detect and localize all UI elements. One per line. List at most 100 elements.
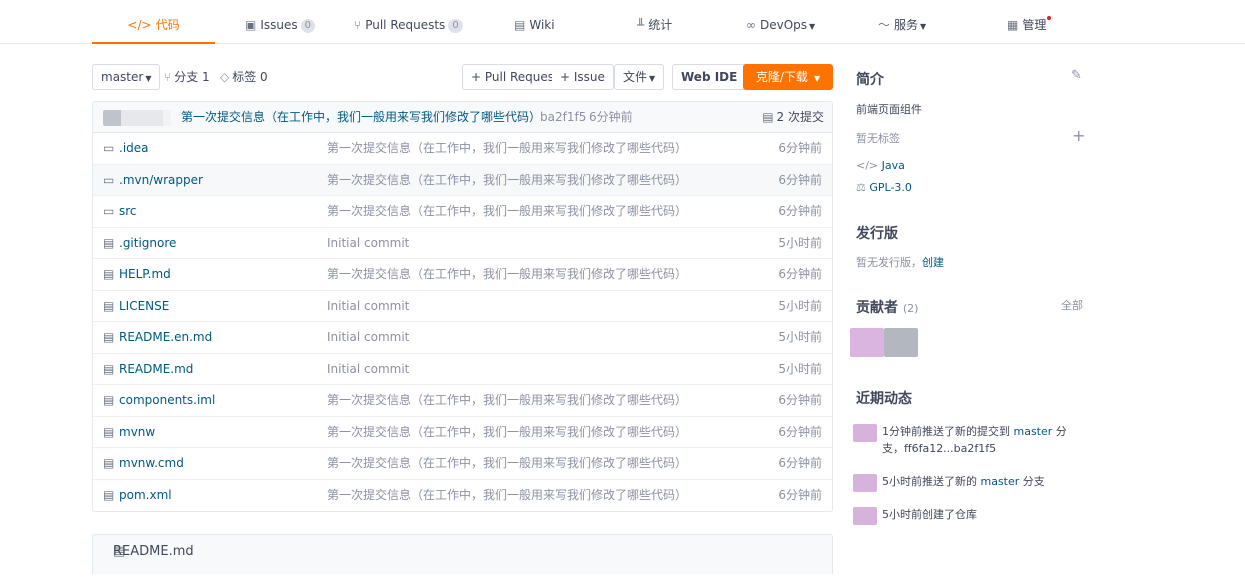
file-icon: ▤ xyxy=(103,298,115,313)
table-row[interactable]: ▤ HELP.md 第一次提交信息（在工作中，我们一般用来写我们修改了哪些代码） 6分… xyxy=(93,259,832,291)
file-icon: ▤ xyxy=(103,393,115,407)
tag-icon: ◇ xyxy=(220,70,230,84)
no-tags-text: 暂无标签 xyxy=(856,132,900,145)
issues-count-badge: 0 xyxy=(300,19,316,33)
file-name-link[interactable]: HELP.md xyxy=(119,259,171,290)
file-commit-message[interactable]: 第一次提交信息（在工作中，我们一般用来写我们修改了哪些代码） xyxy=(327,259,687,290)
file-name-link[interactable]: mvnw xyxy=(119,417,155,448)
branches-link[interactable]: ⑂ 分支 1 xyxy=(164,64,210,90)
file-commit-message[interactable]: Initial commit xyxy=(327,322,409,353)
contributor-avatar[interactable] xyxy=(850,328,884,357)
edit-icon[interactable]: ✎ xyxy=(1071,68,1082,83)
activity-item: 1分钟前推送了新的提交到 master 分支，ff6fa12...ba2f1f5 xyxy=(882,425,1067,455)
file-name-link[interactable]: LICENSE xyxy=(119,291,169,322)
folder-icon: ▭ xyxy=(103,204,115,218)
file-rows: ▭ .idea 第一次提交信息（在工作中，我们一般用来写我们修改了哪些代码） 6分钟前… xyxy=(93,133,832,511)
activity-avatar xyxy=(853,474,877,492)
tab-devops[interactable]: ∞ DevOps ▼ xyxy=(746,0,815,44)
file-icon: ▤ xyxy=(103,267,115,281)
table-row[interactable]: ▤ .gitignore Initial commit 5小时前 xyxy=(93,228,832,259)
scale-icon: ⚖ xyxy=(856,181,866,194)
create-release-link[interactable]: 创建 xyxy=(922,256,944,269)
commit-count-link[interactable]: ▤ 2 次提交 xyxy=(762,102,824,133)
table-row[interactable]: ▭ .mvn/wrapper 第一次提交信息（在工作中，我们一般用来写我们修改了哪些… xyxy=(93,164,832,196)
pull-request-icon: ⑂ xyxy=(354,18,362,32)
file-icon: ▤ xyxy=(103,235,115,250)
license[interactable]: ⚖ GPL-3.0 xyxy=(856,181,912,194)
commit-sha[interactable]: ba2f1f5 xyxy=(540,102,586,133)
file-name-link[interactable]: .mvn/wrapper xyxy=(119,165,203,196)
folder-icon: ▭ xyxy=(103,172,115,187)
file-name-link[interactable]: components.iml xyxy=(119,385,215,416)
code-icon: </> xyxy=(127,18,152,32)
file-commit-message[interactable]: 第一次提交信息（在工作中，我们一般用来写我们修改了哪些代码） xyxy=(327,133,687,164)
table-row[interactable]: ▤ README.en.md Initial commit 5小时前 xyxy=(93,322,832,354)
table-row[interactable]: ▤ README.md Initial commit 5小时前 xyxy=(93,354,832,385)
file-commit-message[interactable]: Initial commit xyxy=(327,354,409,385)
new-issue-button[interactable]: + Issue xyxy=(552,64,614,90)
table-row[interactable]: ▤ components.iml 第一次提交信息（在工作中，我们一般用来写我们修改了… xyxy=(93,385,832,417)
add-tag-icon[interactable]: + xyxy=(1072,126,1085,145)
tab-manage[interactable]: ▦ 管理 xyxy=(1007,0,1052,44)
release-title: 发行版 xyxy=(856,226,898,242)
table-row[interactable]: ▤ LICENSE Initial commit 5小时前 xyxy=(93,291,832,322)
table-row[interactable]: ▤ mvnw.cmd 第一次提交信息（在工作中，我们一般用来写我们修改了哪些代码） 6… xyxy=(93,448,832,480)
file-menu-button[interactable]: 文件 ▼ xyxy=(614,64,665,90)
file-name-link[interactable]: src xyxy=(119,196,137,227)
file-commit-time: 6分钟前 xyxy=(778,172,822,187)
table-row[interactable]: ▤ pom.xml 第一次提交信息（在工作中，我们一般用来写我们修改了哪些代码） 6分… xyxy=(93,480,832,512)
file-commit-message[interactable]: 第一次提交信息（在工作中，我们一般用来写我们修改了哪些代码） xyxy=(327,165,687,196)
file-commit-time: 6分钟前 xyxy=(778,393,822,407)
tab-code[interactable]: </> 代码 xyxy=(92,0,215,44)
file-commit-message[interactable]: 第一次提交信息（在工作中，我们一般用来写我们修改了哪些代码） xyxy=(327,417,687,448)
contributor-avatar[interactable] xyxy=(884,328,918,357)
language[interactable]: </> Java xyxy=(856,159,905,172)
infinity-icon: ∞ xyxy=(746,18,756,32)
issue-icon: ▣ xyxy=(245,18,257,32)
caret-down-icon: ▼ xyxy=(649,74,656,83)
table-row[interactable]: ▭ src 第一次提交信息（在工作中，我们一般用来写我们修改了哪些代码） 6分钟前 xyxy=(93,196,832,228)
tab-stats[interactable]: ╨ 统计 xyxy=(637,0,672,44)
file-name-link[interactable]: README.md xyxy=(119,354,193,385)
web-ide-button[interactable]: Web IDE xyxy=(672,64,747,90)
branch-select[interactable]: master ▼ xyxy=(92,64,161,90)
file-name-link[interactable]: mvnw.cmd xyxy=(119,448,184,479)
caret-down-icon: ▼ xyxy=(809,22,816,31)
intro-title: 简介 xyxy=(856,72,884,88)
tab-services[interactable]: 〜服务 ▼ xyxy=(878,0,926,44)
activity-title: 近期动态 xyxy=(856,391,912,407)
tags-link[interactable]: ◇ 标签 0 xyxy=(220,64,268,90)
file-name-link[interactable]: .idea xyxy=(119,133,149,164)
file-list: 第一次提交信息（在工作中，我们一般用来写我们修改了哪些代码） ba2f1f5 6… xyxy=(92,101,833,512)
file-commit-message[interactable]: 第一次提交信息（在工作中，我们一般用来写我们修改了哪些代码） xyxy=(327,448,687,479)
commit-message-link[interactable]: 第一次提交信息（在工作中，我们一般用来写我们修改了哪些代码） xyxy=(181,102,541,133)
file-commit-message[interactable]: Initial commit xyxy=(327,228,409,259)
settings-doc-icon: ▦ xyxy=(1007,18,1019,32)
file-name-link[interactable]: pom.xml xyxy=(119,480,172,511)
repo-description: 前端页面组件 xyxy=(856,103,922,116)
notification-dot xyxy=(1047,16,1052,20)
file-commit-message[interactable]: 第一次提交信息（在工作中，我们一般用来写我们修改了哪些代码） xyxy=(327,385,687,416)
table-row[interactable]: ▭ .idea 第一次提交信息（在工作中，我们一般用来写我们修改了哪些代码） 6分钟前 xyxy=(93,133,832,165)
file-name-link[interactable]: .gitignore xyxy=(119,228,176,259)
activity-avatar xyxy=(853,507,877,525)
activity-avatar xyxy=(853,424,877,442)
folder-icon: ▭ xyxy=(103,141,115,155)
file-commit-time: 6分钟前 xyxy=(778,456,822,470)
clone-download-button[interactable]: 克隆/下载 ▼ xyxy=(743,64,833,90)
file-name-link[interactable]: README.en.md xyxy=(119,322,212,353)
all-contributors-link[interactable]: 全部 xyxy=(1061,297,1083,313)
file-icon: ▤ xyxy=(103,424,115,439)
file-commit-time: 6分钟前 xyxy=(778,267,822,281)
table-row[interactable]: ▤ mvnw 第一次提交信息（在工作中，我们一般用来写我们修改了哪些代码） 6分钟前 xyxy=(93,417,832,448)
committer-avatar xyxy=(103,110,171,126)
branch-icon: ⑂ xyxy=(164,70,172,84)
file-commit-message[interactable]: Initial commit xyxy=(327,291,409,322)
tab-wiki[interactable]: ▤ Wiki xyxy=(514,0,555,44)
file-commit-message[interactable]: 第一次提交信息（在工作中，我们一般用来写我们修改了哪些代码） xyxy=(327,480,687,511)
tab-pull-requests[interactable]: ⑂ Pull Requests 0 xyxy=(354,0,463,44)
file-commit-message[interactable]: 第一次提交信息（在工作中，我们一般用来写我们修改了哪些代码） xyxy=(327,196,687,227)
tab-issues[interactable]: ▣ Issues 0 xyxy=(245,0,316,44)
file-icon: ▤ xyxy=(103,487,115,502)
readme-title: README.md xyxy=(113,544,194,559)
